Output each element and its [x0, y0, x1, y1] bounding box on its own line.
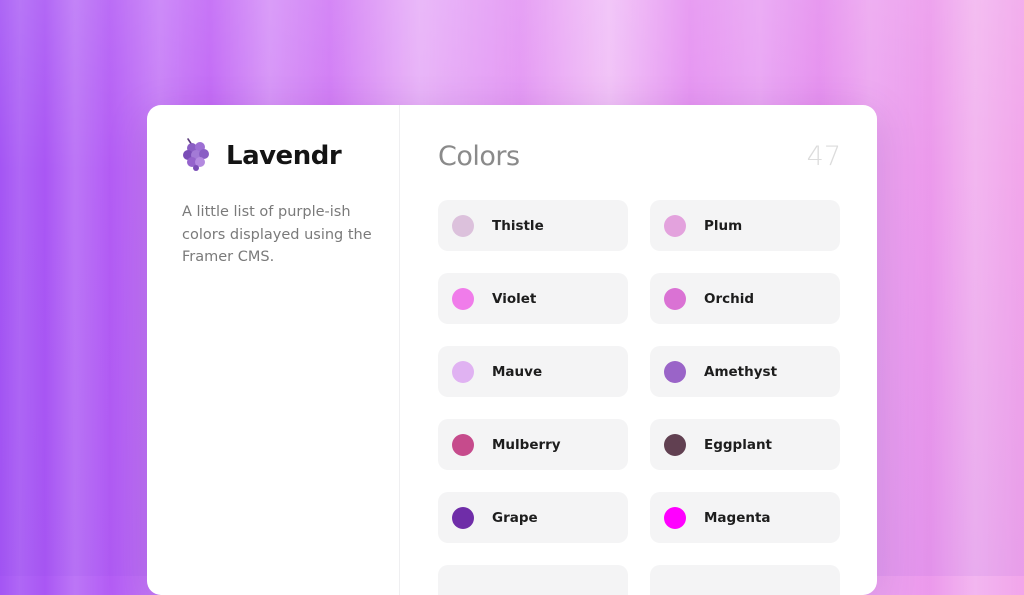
color-card[interactable]: Plum: [650, 200, 840, 251]
sidebar: Lavendr A little list of purple-ish colo…: [147, 105, 400, 595]
color-swatch: [452, 287, 474, 310]
color-name: Eggplant: [704, 436, 773, 453]
color-swatch: [452, 214, 474, 237]
grape-icon: [182, 137, 214, 175]
color-card[interactable]: Orchid: [650, 273, 840, 324]
color-swatch: [452, 360, 474, 383]
main-content: Colors 47 Thistle Plum Violet Orchid Mauve Am…: [400, 105, 877, 595]
color-grid: Thistle Plum Violet Orchid Mauve Amethyst Mulb…: [438, 200, 841, 595]
color-card[interactable]: Mauve: [438, 346, 628, 397]
color-card[interactable]: [438, 565, 628, 595]
brand-name: Lavendr: [226, 141, 342, 171]
color-swatch: [664, 287, 686, 310]
color-swatch: [452, 433, 474, 456]
color-name: Plum: [704, 217, 743, 234]
color-swatch: [664, 433, 686, 456]
color-name: Orchid: [704, 290, 755, 307]
color-name: Mulberry: [492, 436, 561, 453]
color-name: Mauve: [492, 363, 543, 380]
color-card[interactable]: Eggplant: [650, 419, 840, 470]
color-card[interactable]: Amethyst: [650, 346, 840, 397]
color-card[interactable]: [650, 565, 840, 595]
content-card: Lavendr A little list of purple-ish colo…: [147, 105, 877, 595]
color-name: Thistle: [492, 217, 544, 234]
color-swatch: [664, 214, 686, 237]
color-swatch: [664, 360, 686, 383]
color-name: Grape: [492, 509, 538, 526]
collection-count: 47: [806, 140, 841, 172]
brand[interactable]: Lavendr: [182, 137, 399, 175]
color-swatch: [452, 506, 474, 529]
collection-header: Colors 47: [438, 139, 841, 173]
color-swatch: [664, 506, 686, 529]
site-description: A little list of purple-ish colors displ…: [182, 204, 372, 265]
color-name: Violet: [492, 290, 537, 307]
color-card[interactable]: Violet: [438, 273, 628, 324]
color-card[interactable]: Magenta: [650, 492, 840, 543]
color-name: Amethyst: [704, 363, 778, 380]
color-name: Magenta: [704, 509, 771, 526]
color-card[interactable]: Mulberry: [438, 419, 628, 470]
color-card[interactable]: Grape: [438, 492, 628, 543]
color-card[interactable]: Thistle: [438, 200, 628, 251]
collection-title: Colors: [438, 140, 520, 172]
